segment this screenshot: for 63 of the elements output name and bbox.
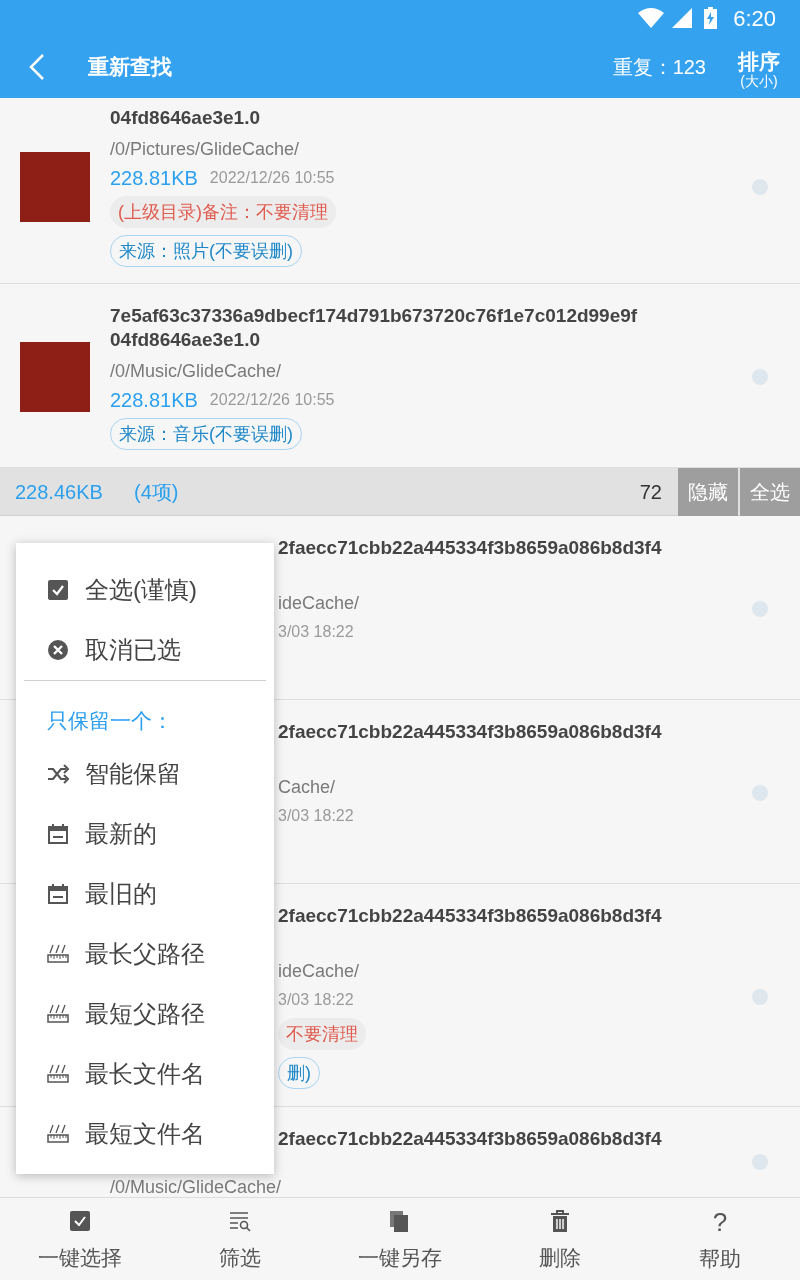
copy-icon	[389, 1210, 411, 1233]
menu-item[interactable]: 最短父路径	[16, 984, 274, 1044]
file-path: /0/Music/GlideCache/	[110, 360, 282, 383]
menu-item[interactable]: 全选(谨慎)	[16, 560, 274, 620]
file-path: ideCache/	[278, 592, 360, 615]
file-name: 7e5af63c37336a9dbecf174d791b673720c76f1e7c012d99e9f	[110, 304, 638, 328]
menu-section-title: 只保留一个：	[46, 707, 174, 734]
nav-copy-button[interactable]: 一键另存	[320, 1198, 480, 1280]
back-icon	[28, 53, 46, 81]
menu-item[interactable]: 最短文件名	[16, 1104, 274, 1164]
file-path: /0/Music/GlideCache/	[110, 1177, 282, 1197]
screen-title: 重新查找	[88, 54, 173, 81]
ruler-icon	[47, 1003, 69, 1025]
file-name: 2faecc71cbb22a445334f3b8659a086b8d3f4	[278, 1127, 662, 1151]
checkbox-icon	[47, 579, 69, 601]
file-date: 2022/12/26 10:55	[209, 168, 335, 188]
duplicate-count: 重复：123	[612, 55, 706, 80]
photo-placeholder	[20, 151, 90, 222]
menu-item[interactable]: 取消已选	[16, 620, 274, 680]
nav-check-button[interactable]: 一键选择	[0, 1198, 160, 1280]
nav-help-button[interactable]: ? 帮助	[640, 1198, 800, 1280]
file-path: /0/Pictures/GlideCache/	[110, 138, 300, 161]
ruler-icon	[47, 1063, 69, 1085]
photo-placeholder	[20, 342, 90, 412]
group-number: 72	[639, 479, 662, 505]
menu-item[interactable]: 智能保留	[16, 744, 274, 804]
filter-icon	[229, 1210, 251, 1233]
clear-icon	[47, 639, 69, 661]
ruler-icon	[47, 943, 69, 965]
file-date: 3/03 18:22	[278, 622, 354, 642]
calendar-icon	[47, 883, 69, 905]
status-time: 6:20	[733, 4, 776, 33]
file-name: 04fd8646ae3e1.0	[110, 328, 260, 352]
file-date: 3/03 18:22	[278, 990, 354, 1010]
menu-item[interactable]: 最新的	[16, 804, 274, 864]
file-size: 228.81KB	[110, 388, 198, 413]
item-count: (4项)	[134, 479, 180, 505]
checkbox-icon	[69, 1210, 91, 1233]
calendar-icon	[47, 823, 69, 845]
ruler-icon	[47, 1123, 69, 1145]
file-path: Cache/	[278, 776, 336, 799]
file-date: 2022/12/26 10:55	[209, 390, 335, 410]
file-name: 2faecc71cbb22a445334f3b8659a086b8d3f4	[278, 720, 662, 744]
file-date: 3/03 18:22	[278, 806, 354, 826]
group-size: 228.46KB	[15, 479, 104, 505]
signal-icon	[672, 8, 693, 28]
file-name: 2faecc71cbb22a445334f3b8659a086b8d3f4	[278, 536, 662, 560]
shuffle-icon	[47, 763, 69, 785]
help-icon: ?	[712, 1210, 728, 1234]
menu-item[interactable]: 最长文件名	[16, 1044, 274, 1104]
file-name: 2faecc71cbb22a445334f3b8659a086b8d3f4	[278, 904, 662, 928]
nav-delete-button[interactable]: 删除	[480, 1198, 640, 1280]
menu-item[interactable]: 最旧的	[16, 864, 274, 924]
trash-icon	[549, 1210, 571, 1233]
file-size: 228.81KB	[110, 166, 198, 191]
remark-tag: 不要清理	[278, 1018, 366, 1050]
nav-filter-button[interactable]: 筛选	[160, 1198, 320, 1280]
battery-icon	[704, 7, 718, 29]
wifi-icon	[638, 8, 665, 28]
menu-item[interactable]: 最长父路径	[16, 924, 274, 984]
remark-tag: (上级目录)备注：不要清理	[110, 196, 336, 228]
file-name: 04fd8646ae3e1.0	[110, 106, 260, 130]
file-path: ideCache/	[278, 960, 360, 983]
